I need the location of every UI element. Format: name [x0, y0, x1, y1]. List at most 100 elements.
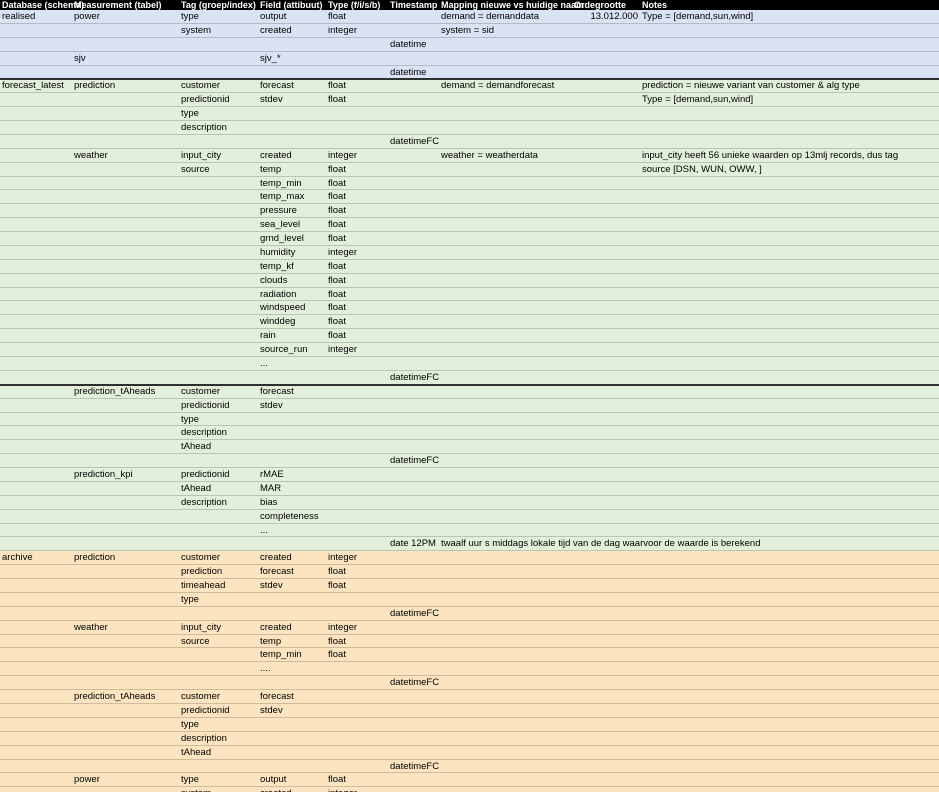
cell-field[interactable]: sea_level: [260, 218, 300, 232]
cell-field[interactable]: pressure: [260, 204, 297, 218]
cell-ordegrootte[interactable]: [574, 635, 638, 649]
cell-field[interactable]: grnd_level: [260, 232, 304, 246]
cell-type[interactable]: float: [328, 274, 346, 288]
cell-type[interactable]: integer: [328, 621, 357, 635]
cell-field[interactable]: ...: [260, 357, 268, 371]
cell-ordegrootte[interactable]: [574, 385, 638, 399]
cell-ordegrootte[interactable]: [574, 343, 638, 357]
cell-type[interactable]: integer: [328, 787, 357, 792]
cell-ordegrootte[interactable]: [574, 52, 638, 66]
cell-tag[interactable]: source: [181, 163, 210, 177]
cell-type[interactable]: integer: [328, 24, 357, 38]
cell-measurement[interactable]: prediction: [74, 551, 115, 565]
cell-ordegrootte[interactable]: [574, 551, 638, 565]
cell-ordegrootte[interactable]: [574, 565, 638, 579]
cell-ordegrootte[interactable]: [574, 413, 638, 427]
cell-type[interactable]: integer: [328, 246, 357, 260]
cell-field[interactable]: humidity: [260, 246, 295, 260]
cell-ordegrootte[interactable]: [574, 593, 638, 607]
cell-ordegrootte[interactable]: [574, 371, 638, 385]
cell-measurement[interactable]: weather: [74, 149, 108, 163]
cell-type[interactable]: float: [328, 79, 346, 93]
cell-field[interactable]: completeness: [260, 510, 319, 524]
cell-tag[interactable]: description: [181, 121, 227, 135]
cell-type[interactable]: float: [328, 93, 346, 107]
cell-ordegrootte[interactable]: [574, 357, 638, 371]
cell-ordegrootte[interactable]: [574, 676, 638, 690]
cell-type[interactable]: float: [328, 190, 346, 204]
cell-tag[interactable]: customer: [181, 385, 220, 399]
cell-timestamp[interactable]: datetimeFC: [390, 760, 439, 774]
cell-field[interactable]: clouds: [260, 274, 287, 288]
cell-ordegrootte[interactable]: [574, 690, 638, 704]
cell-tag[interactable]: prediction: [181, 565, 222, 579]
cell-tag[interactable]: tAhead: [181, 746, 211, 760]
cell-tag[interactable]: predictionid: [181, 93, 230, 107]
cell-notes[interactable]: Type = [demand,sun,wind]: [642, 93, 753, 107]
cell-field[interactable]: temp_min: [260, 648, 302, 662]
cell-field[interactable]: created: [260, 551, 292, 565]
cell-timestamp[interactable]: datetime: [390, 38, 426, 52]
cell-field[interactable]: temp_min: [260, 177, 302, 191]
cell-ordegrootte[interactable]: [574, 79, 638, 93]
header-ordegrootte[interactable]: Ordegrootte: [574, 0, 626, 10]
header-timestamp[interactable]: Timestamp: [390, 0, 437, 10]
cell-ordegrootte[interactable]: [574, 607, 638, 621]
cell-field[interactable]: created: [260, 787, 292, 792]
cell-field[interactable]: output: [260, 773, 286, 787]
cell-tag[interactable]: tAhead: [181, 482, 211, 496]
cell-type[interactable]: float: [328, 218, 346, 232]
cell-ordegrootte[interactable]: [574, 454, 638, 468]
cell-ordegrootte[interactable]: [574, 149, 638, 163]
cell-tag[interactable]: type: [181, 107, 199, 121]
cell-tag[interactable]: system: [181, 787, 211, 792]
cell-timestamp[interactable]: datetimeFC: [390, 607, 439, 621]
cell-ordegrootte[interactable]: [574, 288, 638, 302]
cell-type[interactable]: float: [328, 232, 346, 246]
cell-type[interactable]: float: [328, 260, 346, 274]
cell-measurement[interactable]: prediction_tAheads: [74, 385, 155, 399]
cell-ordegrootte[interactable]: [574, 440, 638, 454]
cell-tag[interactable]: source: [181, 635, 210, 649]
cell-ordegrootte[interactable]: [574, 537, 638, 551]
cell-measurement[interactable]: power: [74, 10, 100, 24]
cell-timestamp[interactable]: date 12PM: [390, 537, 436, 551]
cell-ordegrootte[interactable]: [574, 621, 638, 635]
cell-field[interactable]: output: [260, 10, 286, 24]
cell-ordegrootte[interactable]: [574, 399, 638, 413]
header-field[interactable]: Field (attibuut): [260, 0, 323, 10]
cell-field[interactable]: created: [260, 621, 292, 635]
cell-ordegrootte[interactable]: [574, 329, 638, 343]
cell-type[interactable]: float: [328, 177, 346, 191]
cell-tag[interactable]: type: [181, 10, 199, 24]
cell-tag[interactable]: customer: [181, 79, 220, 93]
cell-mapping[interactable]: demand = demanddata: [441, 10, 539, 24]
cell-db[interactable]: archive: [2, 551, 33, 565]
cell-timestamp[interactable]: datetimeFC: [390, 454, 439, 468]
cell-field[interactable]: stdev: [260, 579, 283, 593]
cell-notes[interactable]: input_city heeft 56 unieke waarden op 13…: [642, 149, 898, 163]
cell-tag[interactable]: predictionid: [181, 704, 230, 718]
cell-field[interactable]: temp_max: [260, 190, 304, 204]
cell-ordegrootte[interactable]: [574, 510, 638, 524]
cell-field[interactable]: created: [260, 24, 292, 38]
header-tag[interactable]: Tag (groep/index): [181, 0, 256, 10]
cell-type[interactable]: float: [328, 163, 346, 177]
cell-ordegrootte[interactable]: [574, 482, 638, 496]
cell-field[interactable]: bias: [260, 496, 277, 510]
cell-ordegrootte[interactable]: [574, 718, 638, 732]
cell-type[interactable]: integer: [328, 149, 357, 163]
cell-field[interactable]: ...: [260, 524, 268, 538]
cell-measurement[interactable]: prediction: [74, 79, 115, 93]
cell-ordegrootte[interactable]: [574, 190, 638, 204]
header-type[interactable]: Type (f/i/s/b): [328, 0, 380, 10]
cell-ordegrootte[interactable]: [574, 66, 638, 80]
cell-field[interactable]: forecast: [260, 690, 294, 704]
cell-field[interactable]: MAR: [260, 482, 281, 496]
cell-tag[interactable]: customer: [181, 690, 220, 704]
cell-timestamp[interactable]: datetime: [390, 66, 426, 80]
cell-ordegrootte[interactable]: [574, 301, 638, 315]
cell-type[interactable]: integer: [328, 551, 357, 565]
cell-ordegrootte[interactable]: [574, 746, 638, 760]
cell-notes[interactable]: source [DSN, WUN, OWW, ]: [642, 163, 762, 177]
